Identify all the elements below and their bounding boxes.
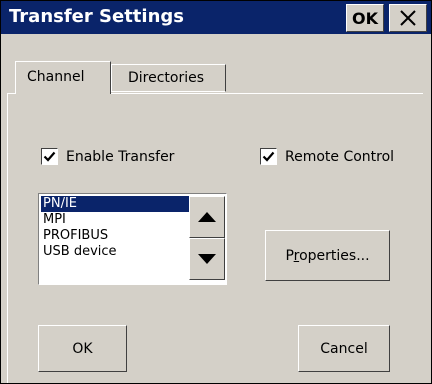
interface-list: PN/IE MPI PROFIBUS USB device: [41, 196, 189, 260]
ok-button[interactable]: OK: [38, 325, 127, 372]
remote-control-label: Remote Control: [285, 148, 395, 165]
checkmark-icon: [262, 151, 275, 162]
list-scroll-up-button[interactable]: [189, 196, 225, 238]
close-icon: [400, 10, 416, 26]
transfer-settings-dialog: Transfer Settings OK Channel Directories…: [0, 0, 432, 384]
dialog-title: Transfer Settings: [9, 6, 184, 27]
title-ok-label: OK: [352, 8, 378, 28]
list-item-mpi[interactable]: MPI: [41, 212, 189, 228]
triangle-up-icon: [198, 212, 216, 222]
properties-button[interactable]: Properties...: [265, 230, 390, 281]
tab-channel[interactable]: Channel: [15, 61, 111, 94]
close-button[interactable]: [389, 4, 427, 32]
title-bar: Transfer Settings OK: [1, 1, 431, 34]
tab-directories-label: Directories: [128, 70, 205, 86]
checkmark-icon: [43, 151, 56, 162]
properties-label: Properties...: [285, 247, 370, 264]
tab-channel-label: Channel: [27, 69, 85, 85]
remote-control-checkbox[interactable]: [260, 148, 277, 165]
enable-transfer-checkbox[interactable]: [41, 148, 58, 165]
enable-transfer-checkbox-row[interactable]: Enable Transfer: [41, 148, 174, 165]
list-item-pn-ie[interactable]: PN/IE: [41, 196, 189, 212]
list-item-profibus[interactable]: PROFIBUS: [41, 228, 189, 244]
triangle-down-icon: [198, 254, 216, 264]
interface-listbox[interactable]: PN/IE MPI PROFIBUS USB device: [38, 193, 227, 285]
tab-directories[interactable]: Directories: [111, 64, 226, 92]
list-scroll-down-button[interactable]: [189, 238, 225, 280]
ok-label: OK: [72, 340, 93, 357]
cancel-button[interactable]: Cancel: [298, 325, 390, 372]
remote-control-checkbox-row[interactable]: Remote Control: [260, 148, 394, 165]
cancel-label: Cancel: [320, 340, 368, 357]
title-ok-button[interactable]: OK: [346, 4, 384, 32]
list-item-usb-device[interactable]: USB device: [41, 244, 189, 260]
enable-transfer-label: Enable Transfer: [66, 148, 175, 165]
